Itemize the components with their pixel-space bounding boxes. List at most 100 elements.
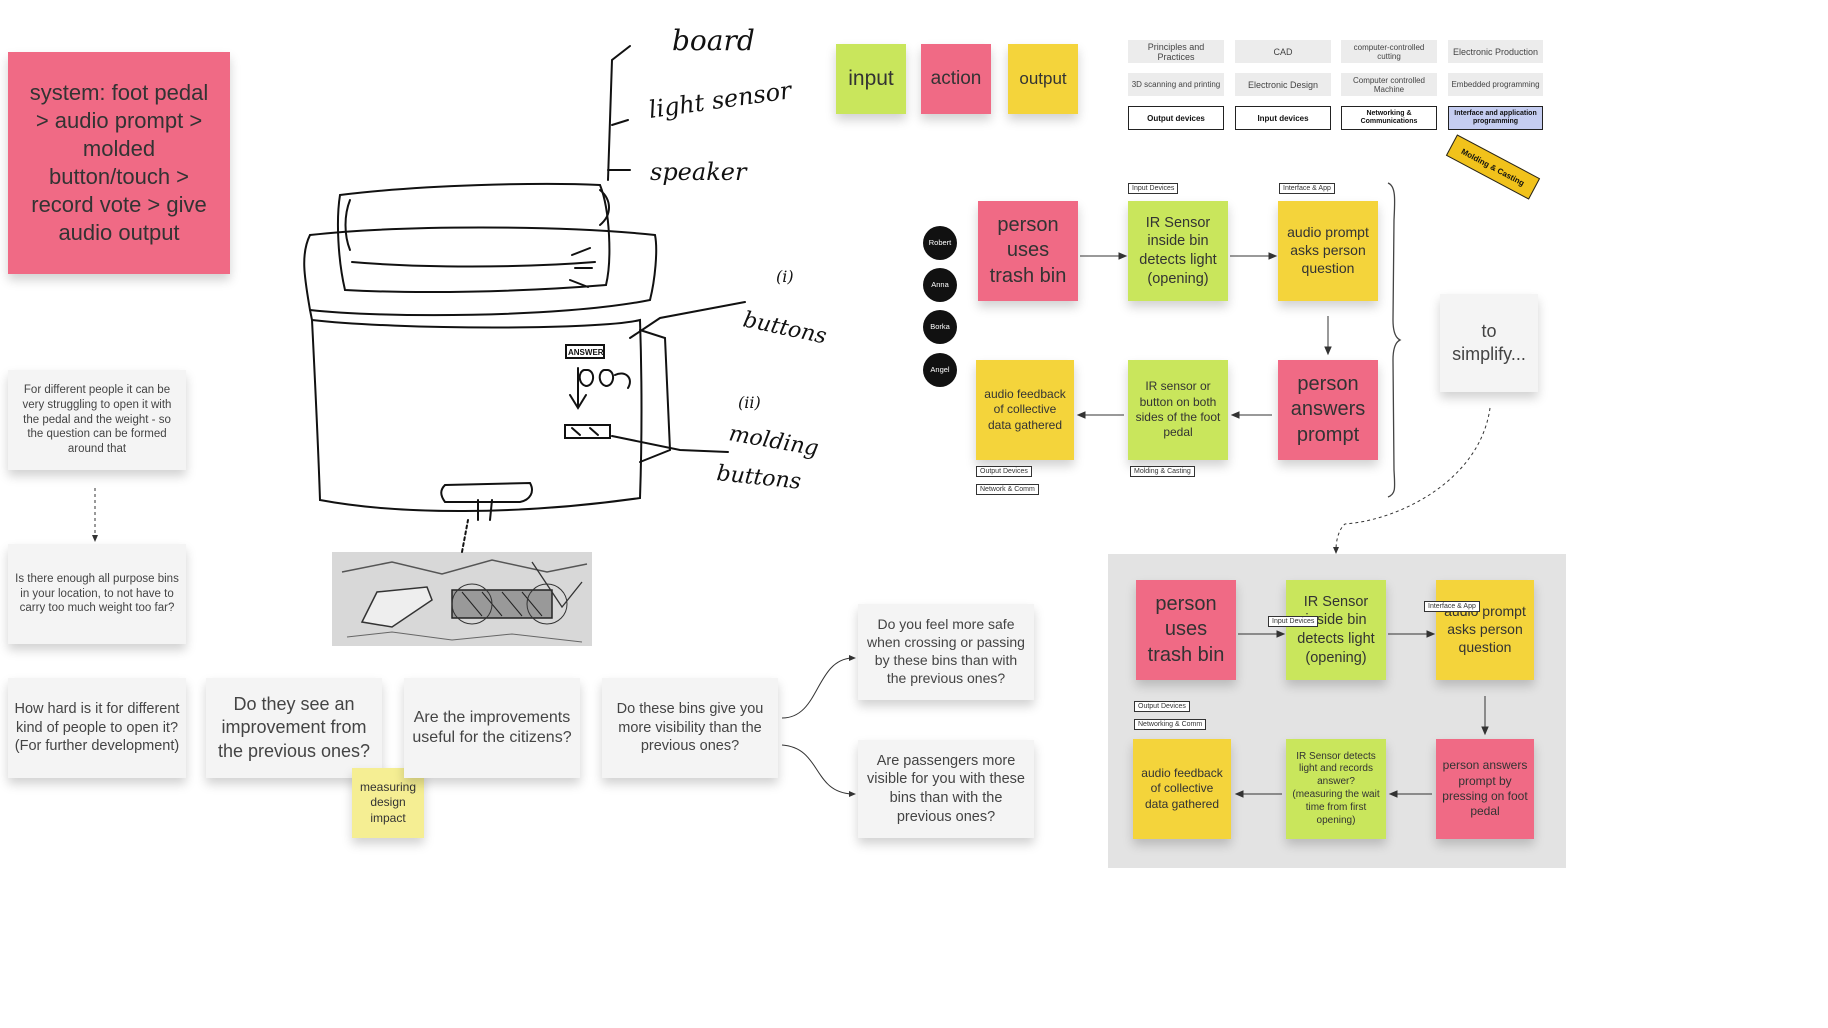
avatar-name: Angel <box>930 364 950 374</box>
sketch-label-light: light sensor <box>647 76 795 124</box>
tag-output-devices[interactable]: Output Devices <box>976 466 1032 477</box>
note-passengers[interactable]: Are passengers more visible for you with… <box>858 740 1034 838</box>
sketch-photo[interactable] <box>332 552 592 646</box>
flow1-ir-sensor[interactable]: IR Sensor inside bin detects light (open… <box>1128 201 1228 301</box>
sticky-text: measuring design impact <box>359 779 417 825</box>
sketch-label-num1: (i) <box>776 267 794 286</box>
topic-output-devices[interactable]: Output devices <box>1128 106 1224 130</box>
topic-label: Molding & Casting <box>1459 146 1527 188</box>
note-feel-safe[interactable]: Do you feel more safe when crossing or p… <box>858 604 1034 700</box>
tag-text: Output Devices <box>1138 703 1186 710</box>
tag-input-devices[interactable]: Input Devices <box>1128 183 1179 194</box>
sticky-text: audio feedback of collective data gather… <box>1141 765 1223 811</box>
sticky-text: Do they see an improvement from the prev… <box>217 694 371 761</box>
flow1-foot-pedal[interactable]: IR sensor or button on both sides of the… <box>1128 360 1228 460</box>
note-visibility[interactable]: Do these bins give you more visibility t… <box>602 678 778 778</box>
tag-text: Interface & App <box>1428 603 1476 610</box>
avatar-robert[interactable]: Robert <box>923 226 957 260</box>
topic-label: Networking & Communications <box>1360 110 1418 125</box>
sketch-photo-drawing <box>332 552 592 646</box>
flow1-person-uses[interactable]: person uses trash bin <box>978 201 1078 301</box>
whiteboard-canvas[interactable]: system: foot pedal > audio prompt > mold… <box>0 0 1828 1028</box>
tag-text: Network & Comm <box>980 486 1035 493</box>
topic-cutting[interactable]: computer-controlled cutting <box>1341 40 1437 63</box>
sketch-label-board: board <box>672 24 755 57</box>
topic-principles[interactable]: Principles and Practices <box>1128 40 1224 63</box>
topic-label: Output devices <box>1147 113 1205 123</box>
flow1-audio-feedback[interactable]: audio feedback of collective data gather… <box>976 360 1074 460</box>
topic-electronic-production[interactable]: Electronic Production <box>1448 40 1543 63</box>
avatar-anna[interactable]: Anna <box>923 268 957 302</box>
topic-label: Principles and Practices <box>1147 41 1205 62</box>
tag-text: Networking & Comm <box>1138 721 1203 728</box>
note-measuring-impact[interactable]: measuring design impact <box>352 768 424 838</box>
flow2-ir-records[interactable]: IR Sensor detects light and records answ… <box>1286 739 1386 839</box>
legend-action-text: action <box>930 67 982 89</box>
sketch-label-speaker: speaker <box>650 158 748 186</box>
flow2-audio-prompt[interactable]: audio prompt asks person question <box>1436 580 1534 680</box>
topic-embedded[interactable]: Embedded programming <box>1448 73 1543 96</box>
sketch-label-num2: (ii) <box>738 393 761 412</box>
sticky-text: audio feedback of collective data gather… <box>984 386 1066 432</box>
topic-electronic-design[interactable]: Electronic Design <box>1235 73 1331 96</box>
flow2-ir-sensor[interactable]: IR Sensor inside bin detects light (open… <box>1286 580 1386 680</box>
tag-interface[interactable]: Interface & App <box>1279 183 1335 194</box>
tag-network[interactable]: Network & Comm <box>976 484 1039 495</box>
sticky-text: person uses trash bin <box>1147 592 1225 666</box>
topic-input-devices[interactable]: Input devices <box>1235 106 1331 130</box>
flow1-audio-prompt[interactable]: audio prompt asks person question <box>1278 201 1378 301</box>
sticky-text: Are the improvements useful for the citi… <box>412 708 572 746</box>
topic-label: Interface and application programming <box>1454 110 1537 125</box>
flow1-person-answers[interactable]: person answers prompt <box>1278 360 1378 460</box>
topic-interface[interactable]: Interface and application programming <box>1448 106 1543 130</box>
topic-networking[interactable]: Networking & Communications <box>1341 106 1437 130</box>
sticky-text: Is there enough all purpose bins in your… <box>15 572 179 615</box>
topic-cad[interactable]: CAD <box>1235 40 1331 63</box>
tag-input-devices-2[interactable]: Input Devices <box>1268 616 1319 627</box>
sketch-label-answer: ANSWER <box>568 348 604 357</box>
legend-input-text: input <box>848 66 894 90</box>
sticky-text: person answers prompt <box>1290 372 1366 446</box>
topic-3d-scanning[interactable]: 3D scanning and printing <box>1128 73 1224 96</box>
legend-output[interactable]: output <box>1008 44 1078 114</box>
tag-text: Interface & App <box>1283 185 1331 192</box>
flow2-person-answers[interactable]: person answers prompt by pressing on foo… <box>1436 739 1534 839</box>
to-simplify-note[interactable]: to simplify... <box>1440 294 1538 392</box>
topic-molding-casting[interactable]: Molding & Casting <box>1445 134 1541 200</box>
sticky-text: Do you feel more safe when crossing or p… <box>867 616 1025 686</box>
tag-output-devices-2[interactable]: Output Devices <box>1134 701 1190 712</box>
hand-sketch: board light sensor speaker (i) buttons (… <box>92 24 1491 798</box>
topic-label: Input devices <box>1257 113 1309 123</box>
system-note-text: system: foot pedal > audio prompt > mold… <box>29 79 209 246</box>
sticky-text: For different people it can be very stru… <box>22 384 172 456</box>
tag-text: Input Devices <box>1132 185 1175 192</box>
topic-machine[interactable]: Computer controlled Machine <box>1341 73 1437 96</box>
sticky-text: person uses trash bin <box>989 213 1067 287</box>
note-useful[interactable]: Are the improvements useful for the citi… <box>404 678 580 778</box>
sticky-text: audio prompt asks person question <box>1287 224 1369 276</box>
legend-action[interactable]: action <box>921 44 991 114</box>
avatar-angel[interactable]: Angel <box>923 353 957 387</box>
sticky-text: to simplify... <box>1452 320 1526 364</box>
tag-molding[interactable]: Molding & Casting <box>1130 466 1195 477</box>
sketch-label-molding: molding <box>727 421 820 461</box>
avatar-borka[interactable]: Borka <box>923 310 957 344</box>
sketch-label-molding-buttons: buttons <box>715 461 802 495</box>
note-how-hard[interactable]: How hard is it for different kind of peo… <box>8 678 186 778</box>
tag-interface-2[interactable]: Interface & App <box>1424 601 1480 612</box>
note-struggle[interactable]: For different people it can be very stru… <box>8 370 186 470</box>
flow2-audio-feedback[interactable]: audio feedback of collective data gather… <box>1133 739 1231 839</box>
sticky-text: IR Sensor inside bin detects light (open… <box>1297 593 1375 666</box>
tag-network-2[interactable]: Networking & Comm <box>1134 719 1207 730</box>
topic-label: computer-controlled cutting <box>1353 42 1425 61</box>
note-enough-bins[interactable]: Is there enough all purpose bins in your… <box>8 544 186 644</box>
avatar-name: Borka <box>930 321 950 331</box>
flow2-person-uses[interactable]: person uses trash bin <box>1136 580 1236 680</box>
topic-label: Embedded programming <box>1451 80 1540 89</box>
system-note[interactable]: system: foot pedal > audio prompt > mold… <box>8 52 230 274</box>
note-improvement[interactable]: Do they see an improvement from the prev… <box>206 678 382 778</box>
avatar-name: Robert <box>928 237 952 247</box>
legend-input[interactable]: input <box>836 44 906 114</box>
sticky-text: How hard is it for different kind of peo… <box>14 701 180 755</box>
sticky-text: IR Sensor inside bin detects light (open… <box>1139 214 1217 287</box>
